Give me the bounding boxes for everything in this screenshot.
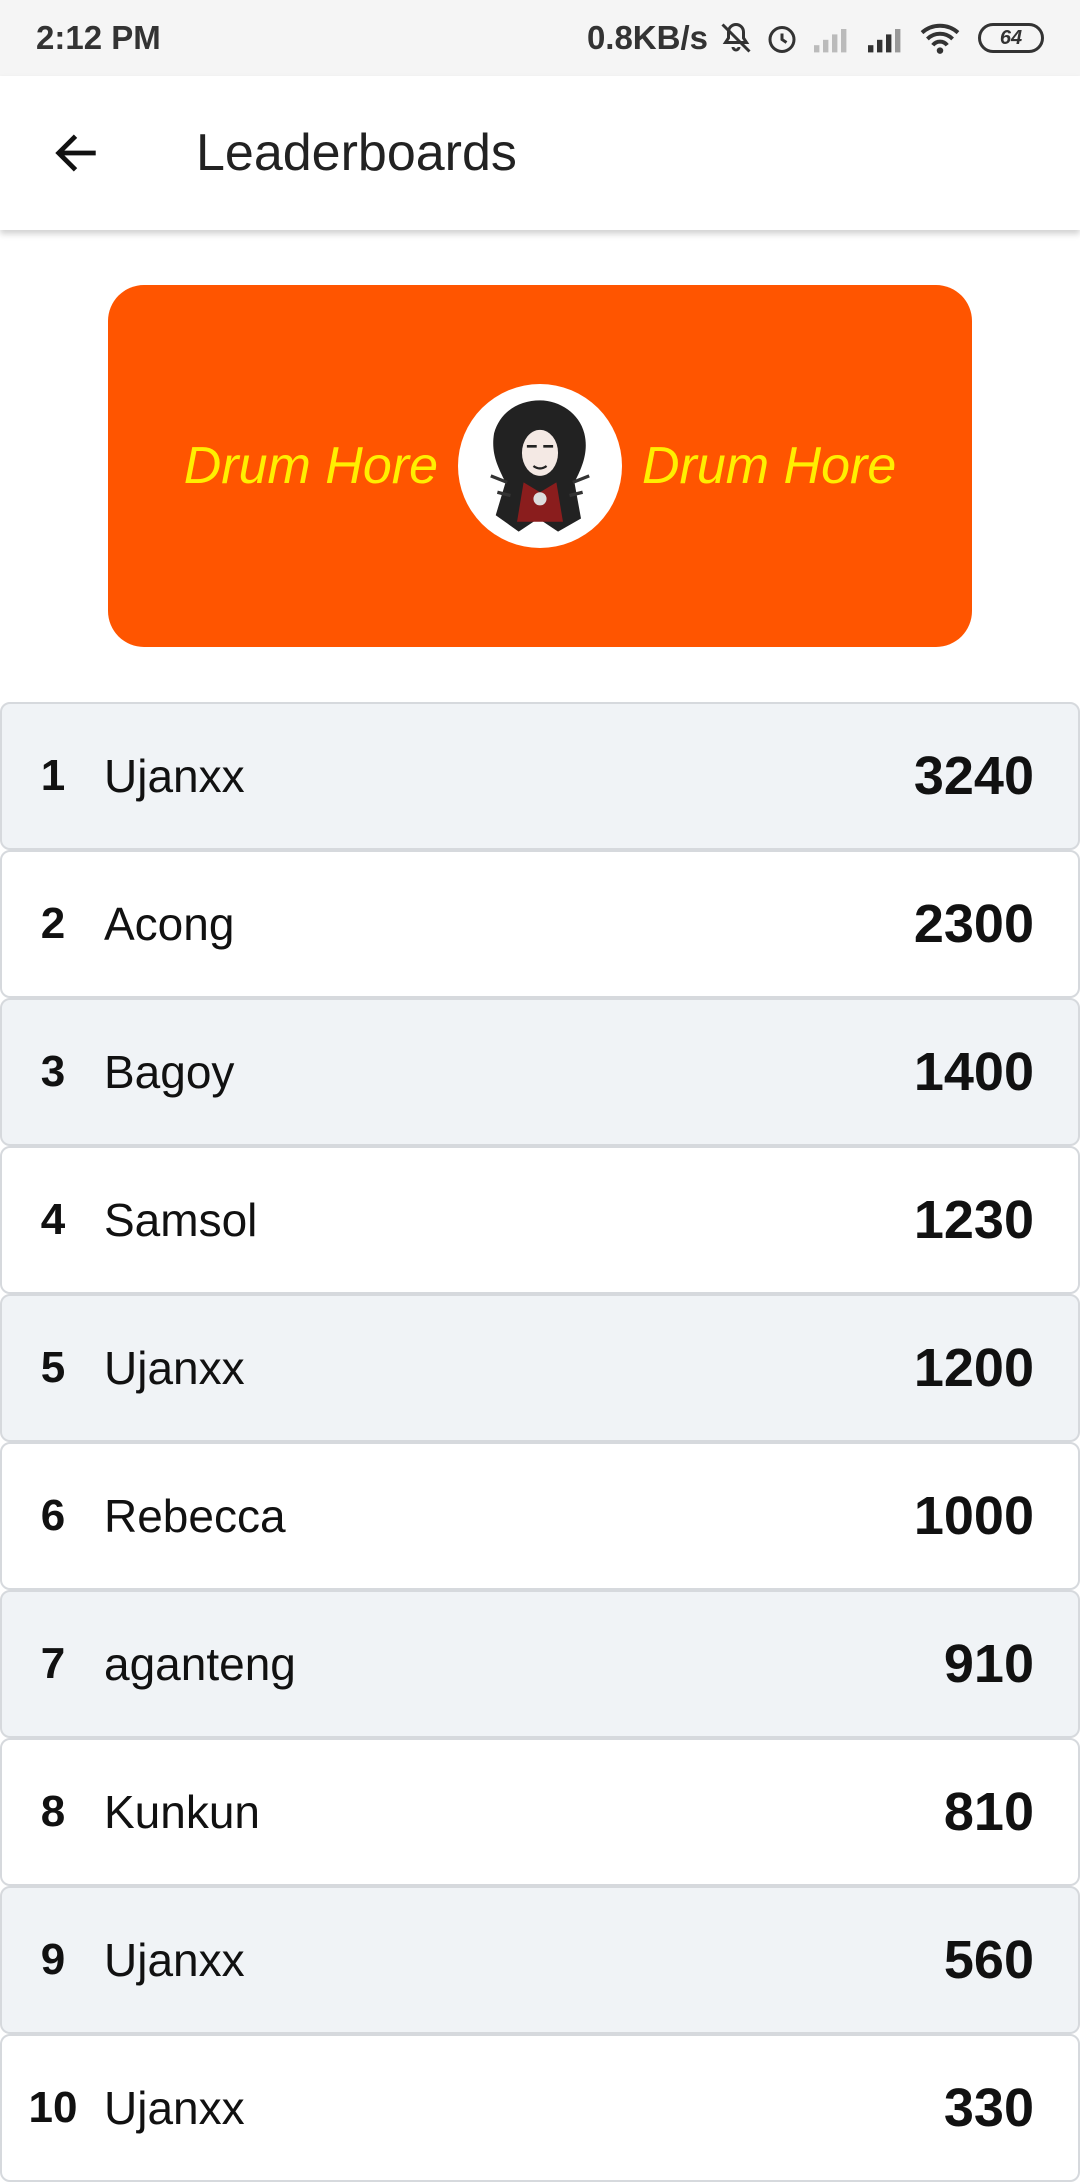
leaderboard-row[interactable]: 6 Rebecca 1000	[0, 1442, 1080, 1590]
player-score: 1400	[913, 1042, 1034, 1102]
player-name: Ujanxx	[104, 750, 245, 802]
player-name: Ujanxx	[104, 1934, 245, 1986]
rank-number: 3	[40, 1047, 66, 1096]
status-bar: 2:12 PM 0.8KB/s 64	[0, 0, 1080, 76]
rank-number: 6	[40, 1491, 66, 1540]
player-score: 1230	[913, 1190, 1034, 1250]
banner-avatar-image	[458, 384, 622, 548]
rank-number: 9	[40, 1935, 66, 1984]
player-score: 2300	[913, 894, 1034, 954]
status-icons: 0.8KB/s 64	[587, 19, 1044, 57]
arrow-back-icon	[55, 134, 96, 172]
player-score: 910	[943, 1634, 1034, 1694]
page-title: Leaderboards	[196, 124, 517, 182]
wifi-icon	[918, 20, 962, 56]
rank-number: 7	[40, 1639, 66, 1688]
network-speed: 0.8KB/s	[586, 19, 708, 56]
rank-number: 8	[40, 1787, 66, 1836]
battery-icon: 64	[978, 23, 1044, 53]
player-name: Ujanxx	[104, 2082, 245, 2134]
leaderboard-row[interactable]: 3 Bagoy 1400	[0, 998, 1080, 1146]
leaderboard-row[interactable]: 5 Ujanxx 1200	[0, 1294, 1080, 1442]
player-score: 810	[943, 1782, 1034, 1842]
player-score: 560	[943, 1930, 1034, 1990]
app-bar: Leaderboards	[0, 76, 1080, 230]
leaderboard-row[interactable]: 2 Acong 2300	[0, 850, 1080, 998]
status-time: 2:12 PM	[36, 19, 161, 56]
leaderboard-row[interactable]: 7 aganteng 910	[0, 1590, 1080, 1738]
rank-number: 5	[40, 1343, 66, 1392]
player-name: Bagoy	[104, 1046, 235, 1098]
player-name: Samsol	[104, 1194, 258, 1246]
leaderboard-list: 1 Ujanxx 3240 2 Acong 2300 3 Bagoy 1400 …	[0, 702, 1080, 2182]
player-score: 330	[943, 2078, 1034, 2138]
player-score: 3240	[913, 746, 1034, 806]
player-name: aganteng	[104, 1638, 296, 1690]
player-name: Kunkun	[104, 1786, 261, 1838]
banner-right-text: Drum Hore	[642, 437, 897, 495]
leaderboard-row[interactable]: 9 Ujanxx 560	[0, 1886, 1080, 2034]
alarm-icon	[764, 20, 800, 56]
banner-left-text: Drum Hore	[183, 437, 438, 495]
player-score: 1000	[913, 1486, 1034, 1546]
back-button[interactable]	[36, 113, 116, 193]
notifications-muted-icon	[718, 20, 754, 56]
rank-number: 1	[40, 751, 66, 800]
player-name: Ujanxx	[104, 1342, 245, 1394]
leaderboard-row[interactable]: 4 Samsol 1230	[0, 1146, 1080, 1294]
rank-number: 2	[40, 899, 66, 948]
player-name: Acong	[104, 898, 235, 950]
player-name: Rebecca	[104, 1490, 286, 1542]
signal-icon	[864, 20, 908, 56]
player-score: 1200	[913, 1338, 1034, 1398]
leaderboard-row[interactable]: 8 Kunkun 810	[0, 1738, 1080, 1886]
signal-weak-icon	[810, 20, 854, 56]
banner: Drum Hore Drum Hore	[108, 285, 972, 647]
drummer-illustration-icon	[461, 387, 619, 545]
leaderboard-row[interactable]: 1 Ujanxx 3240	[0, 702, 1080, 850]
rank-number: 4	[40, 1195, 66, 1244]
rank-number: 10	[28, 2083, 78, 2132]
